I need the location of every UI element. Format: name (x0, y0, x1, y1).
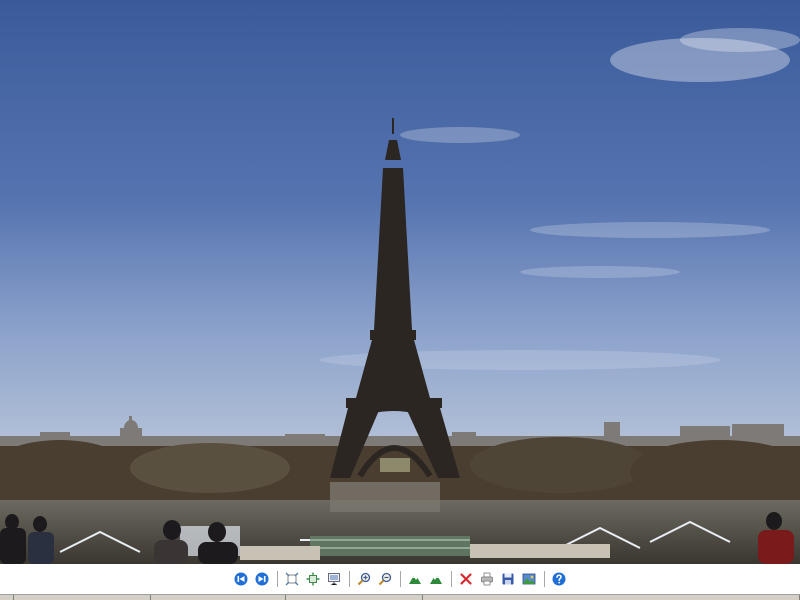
print-icon (481, 572, 493, 586)
status-segment (14, 595, 151, 600)
actual-size-icon (306, 572, 320, 586)
best-fit-button[interactable] (283, 570, 301, 588)
previous-button[interactable] (232, 570, 250, 588)
status-segment (286, 595, 423, 600)
status-bar (0, 594, 800, 600)
photo-canvas (0, 0, 800, 564)
rotate-clockwise-button[interactable] (406, 570, 424, 588)
previous-icon (234, 572, 248, 586)
actual-size-button[interactable] (304, 570, 322, 588)
rotate-counterclockwise-icon (430, 576, 442, 584)
help-button[interactable] (550, 570, 568, 588)
open-editor-button[interactable] (520, 570, 538, 588)
status-segment (423, 595, 800, 600)
status-segment (151, 595, 286, 600)
photo-viewer-window (0, 0, 800, 600)
toolbar-separator (399, 571, 401, 587)
print-button[interactable] (478, 570, 496, 588)
zoom-in-button[interactable] (355, 570, 373, 588)
toolbar-separator (543, 571, 545, 587)
next-button[interactable] (253, 570, 271, 588)
slideshow-button[interactable] (325, 570, 343, 588)
edit-image-icon (522, 573, 536, 585)
delete-button[interactable] (457, 570, 475, 588)
toolbar-separator (450, 571, 452, 587)
best-fit-icon (285, 572, 299, 586)
toolbar-separator (276, 571, 278, 587)
zoom-out-icon (378, 572, 392, 586)
slideshow-icon (328, 573, 340, 586)
zoom-in-icon (357, 572, 371, 586)
help-icon (552, 572, 566, 586)
delete-icon (460, 573, 472, 585)
status-segment (0, 595, 14, 600)
save-icon (502, 573, 514, 585)
next-icon (255, 572, 269, 586)
rotate-clockwise-icon (409, 576, 421, 584)
toolbar-separator (348, 571, 350, 587)
rotate-counterclockwise-button[interactable] (427, 570, 445, 588)
viewer-toolbar (0, 564, 800, 594)
save-button[interactable] (499, 570, 517, 588)
zoom-out-button[interactable] (376, 570, 394, 588)
